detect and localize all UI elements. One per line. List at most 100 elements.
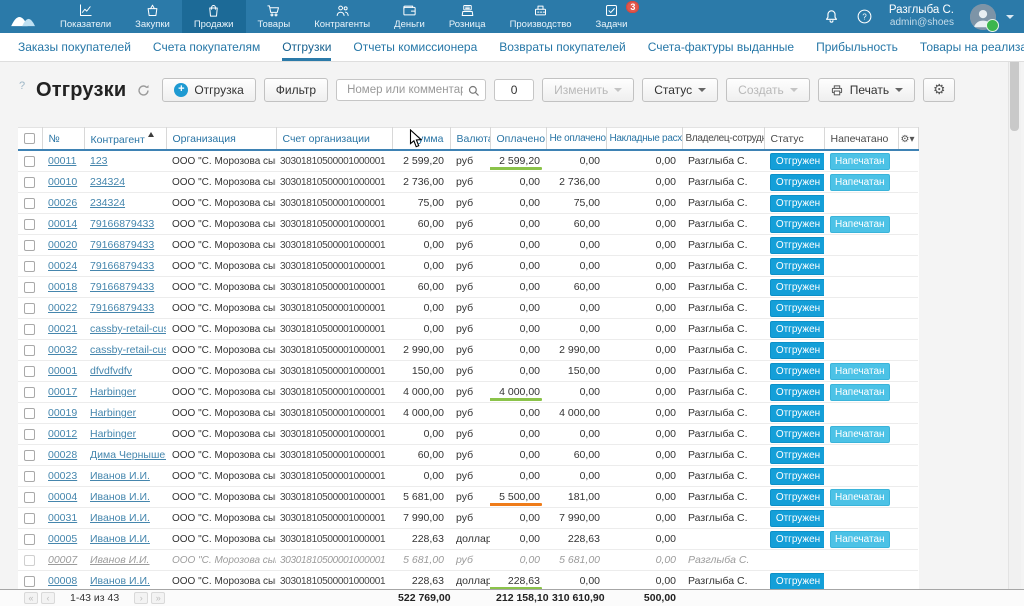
shipment-link[interactable]: 00004 [48,491,77,503]
nav-item-chart[interactable]: Показатели [48,0,123,33]
shipment-link[interactable]: 00017 [48,386,77,398]
next-page-button[interactable]: › [134,592,148,604]
contragent-link[interactable]: cassby-retail-customer [90,344,166,356]
row-checkbox[interactable] [24,387,35,398]
contragent-link[interactable]: 79166879433 [90,281,154,293]
row-checkbox[interactable] [24,219,35,230]
tab-5[interactable]: Счета-фактуры выданные [648,33,794,61]
row-checkbox[interactable] [24,471,35,482]
row-checkbox[interactable] [24,156,35,167]
shipment-link[interactable]: 00005 [48,533,77,545]
row-checkbox[interactable] [24,324,35,335]
contragent-link[interactable]: 79166879433 [90,218,154,230]
header-organization[interactable]: Организация [166,128,276,151]
shipment-link[interactable]: 00021 [48,323,77,335]
row-checkbox[interactable] [24,555,35,566]
tab-4[interactable]: Возвраты покупателей [499,33,625,61]
header-unpaid[interactable]: Не оплачено [546,128,606,151]
nav-item-goods[interactable]: Товары [246,0,303,33]
contragent-link[interactable]: 123 [90,155,108,167]
shipment-link[interactable]: 00012 [48,428,77,440]
refresh-icon[interactable] [137,84,150,97]
tab-6[interactable]: Прибыльность [816,33,898,61]
app-logo[interactable] [0,0,48,33]
header-account[interactable]: Счет организации [276,128,392,151]
row-checkbox[interactable] [24,261,35,272]
row-checkbox[interactable] [24,492,35,503]
shipment-link[interactable]: 00010 [48,176,77,188]
select-all-checkbox[interactable] [24,133,35,144]
shipment-link[interactable]: 00001 [48,365,77,377]
contragent-link[interactable]: 79166879433 [90,260,154,272]
last-page-button[interactable]: » [151,592,165,604]
tab-2[interactable]: Отгрузки [282,33,331,61]
print-button[interactable]: Печать [818,78,915,102]
shipment-link[interactable]: 00026 [48,197,77,209]
header-currency[interactable]: Валюта [450,128,490,151]
tab-7[interactable]: Товары на реализацию [920,33,1024,61]
row-checkbox[interactable] [24,429,35,440]
contragent-link[interactable]: Harbinger [90,407,136,419]
shipment-link[interactable]: 00031 [48,512,77,524]
contragent-link[interactable]: Иванов И.И. [90,491,150,503]
nav-item-production[interactable]: Производство [498,0,584,33]
row-checkbox[interactable] [24,366,35,377]
new-shipment-button[interactable]: + Отгрузка [162,78,255,102]
contragent-link[interactable]: Иванов И.И. [90,470,150,482]
contragent-link[interactable]: Иванов И.И. [90,512,150,524]
header-contragent[interactable]: Контрагент [84,128,166,151]
row-checkbox[interactable] [24,408,35,419]
contragent-link[interactable]: 234324 [90,197,125,209]
row-checkbox[interactable] [24,576,35,587]
shipment-link[interactable]: 00011 [48,155,76,167]
row-checkbox[interactable] [24,450,35,461]
row-checkbox[interactable] [24,177,35,188]
shipment-link[interactable]: 00024 [48,260,77,272]
prev-page-button[interactable]: ‹ [41,592,55,604]
contragent-link[interactable]: 79166879433 [90,239,154,251]
nav-item-retail[interactable]: Розница [437,0,498,33]
tab-3[interactable]: Отчеты комиссионера [353,33,477,61]
contragent-link[interactable]: Дима Чернышев [90,449,166,461]
nav-item-money[interactable]: Деньги [382,0,437,33]
shipment-link[interactable]: 00028 [48,449,77,461]
settings-button[interactable]: ⚙ [923,78,955,102]
status-button[interactable]: Статус [642,78,718,102]
shipment-link[interactable]: 00007 [48,554,77,566]
context-help-icon[interactable]: ? [16,80,28,92]
nav-item-purchases[interactable]: Закупки [123,0,182,33]
contragent-link[interactable]: 79166879433 [90,302,154,314]
filter-button[interactable]: Фильтр [264,78,328,102]
row-checkbox[interactable] [24,534,35,545]
create-button[interactable]: Создать [726,78,810,102]
row-checkbox[interactable] [24,282,35,293]
shipment-link[interactable]: 00014 [48,218,77,230]
nav-item-partners[interactable]: Контрагенты [302,0,382,33]
tab-1[interactable]: Счета покупателям [153,33,260,61]
nav-item-tasks[interactable]: Задачи3 [584,0,640,33]
user-menu[interactable]: Разглыба С. admin@shoes [889,4,954,30]
row-checkbox[interactable] [24,198,35,209]
edit-button[interactable]: Изменить [542,78,634,102]
shipment-link[interactable]: 00020 [48,239,77,251]
row-checkbox[interactable] [24,513,35,524]
contragent-link[interactable]: Иванов И.И. [90,533,150,545]
contragent-link[interactable]: Harbinger [90,386,136,398]
row-checkbox[interactable] [24,303,35,314]
tab-0[interactable]: Заказы покупателей [18,33,131,61]
shipment-link[interactable]: 00022 [48,302,77,314]
header-sum[interactable]: Сумма [392,128,450,151]
bell-icon[interactable] [823,8,840,25]
contragent-link[interactable]: Иванов И.И. [90,575,150,587]
avatar[interactable] [970,4,996,30]
contragent-link[interactable]: Harbinger [90,428,136,440]
user-menu-caret-icon[interactable] [1006,15,1014,19]
header-gear[interactable]: ⚙▾ [898,128,918,151]
contragent-link[interactable]: Иванов И.И. [90,554,149,566]
header-paid[interactable]: Оплачено [490,128,546,151]
contragent-link[interactable]: cassby-retail-customer [90,323,166,335]
shipment-link[interactable]: 00032 [48,344,77,356]
shipment-link[interactable]: 00008 [48,575,77,587]
contragent-link[interactable]: dfvdfvdfv [90,365,132,377]
first-page-button[interactable]: « [24,592,38,604]
